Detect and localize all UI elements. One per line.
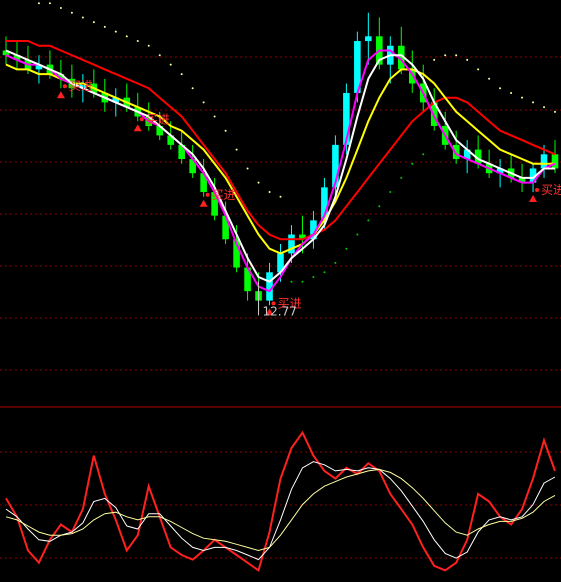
trend-dot: [136, 40, 139, 43]
trend-dot: [334, 261, 337, 264]
trend-dot: [224, 129, 227, 132]
trend-dot: [59, 7, 62, 9]
trend-dot: [268, 191, 271, 194]
buy-signal-label: 买进: [212, 188, 236, 202]
trend-dot: [400, 176, 403, 179]
trend-dot: [455, 54, 458, 57]
trend-dot: [180, 73, 183, 76]
buy-signal-arrow: [199, 199, 208, 207]
trend-dot: [356, 233, 359, 236]
trend-dot: [147, 44, 150, 47]
trend-dot: [521, 96, 524, 99]
buy-signal-label: 买进: [146, 112, 170, 126]
low-price-label: 12.77: [263, 304, 297, 318]
trend-dot: [532, 101, 535, 104]
trend-dot: [114, 30, 117, 33]
candle-body: [266, 272, 273, 301]
buy-signal-dot: [205, 192, 210, 197]
buy-signal-dot: [535, 188, 540, 193]
trend-dot: [554, 110, 556, 113]
trend-dot: [191, 87, 194, 90]
trend-dot: [444, 54, 447, 57]
ma-trend-line: [6, 40, 556, 241]
trend-dot: [125, 35, 128, 38]
trend-dot: [81, 16, 84, 19]
candle-body: [365, 36, 372, 42]
buy-signal-arrow: [133, 124, 142, 132]
trend-dot: [257, 181, 260, 184]
trend-dot: [422, 153, 425, 156]
trend-dot: [477, 68, 480, 71]
buy-signal-dot: [139, 117, 144, 122]
trend-dot: [202, 101, 205, 104]
trend-dot: [279, 195, 282, 198]
trend-dot: [378, 205, 381, 208]
trend-dot: [389, 191, 392, 194]
trend-dot: [301, 280, 304, 283]
trend-dot: [499, 87, 502, 90]
buy-signals: 买进买进买进买进买进: [56, 79, 561, 316]
trend-dot: [323, 271, 326, 274]
candle-body: [551, 154, 559, 169]
buy-signal-label: 买进: [69, 79, 93, 93]
candle-body: [540, 154, 548, 169]
trend-dot: [290, 280, 293, 283]
buy-signal-arrow: [56, 91, 65, 99]
trend-dot: [411, 162, 414, 165]
oscillator-panel: [5, 430, 556, 573]
stock-chart: 买进买进买进买进买进 12.77: [0, 2, 561, 573]
trend-dot: [510, 91, 513, 94]
trend-dot: [312, 276, 315, 279]
trend-dot: [235, 148, 238, 151]
trend-dot: [213, 115, 216, 118]
trend-dot: [48, 2, 51, 5]
trend-dot: [367, 219, 370, 222]
trend-dot: [433, 58, 436, 61]
trend-dot: [158, 54, 161, 57]
trend-dot: [103, 25, 106, 28]
trend-dot: [345, 247, 348, 250]
trend-dot: [543, 106, 546, 109]
buy-signal-label: 买进: [541, 183, 561, 197]
oscillator-line: [5, 430, 556, 573]
trend-dots: [37, 2, 556, 283]
trend-dot: [70, 11, 73, 14]
trend-dot: [169, 63, 172, 66]
buy-signal-dot: [62, 84, 67, 89]
buy-signal-arrow: [529, 195, 538, 203]
trend-dot: [37, 2, 40, 5]
trend-dot: [488, 77, 491, 80]
trend-dot: [466, 58, 469, 61]
trend-dot: [246, 167, 249, 170]
trend-dot: [92, 21, 95, 24]
